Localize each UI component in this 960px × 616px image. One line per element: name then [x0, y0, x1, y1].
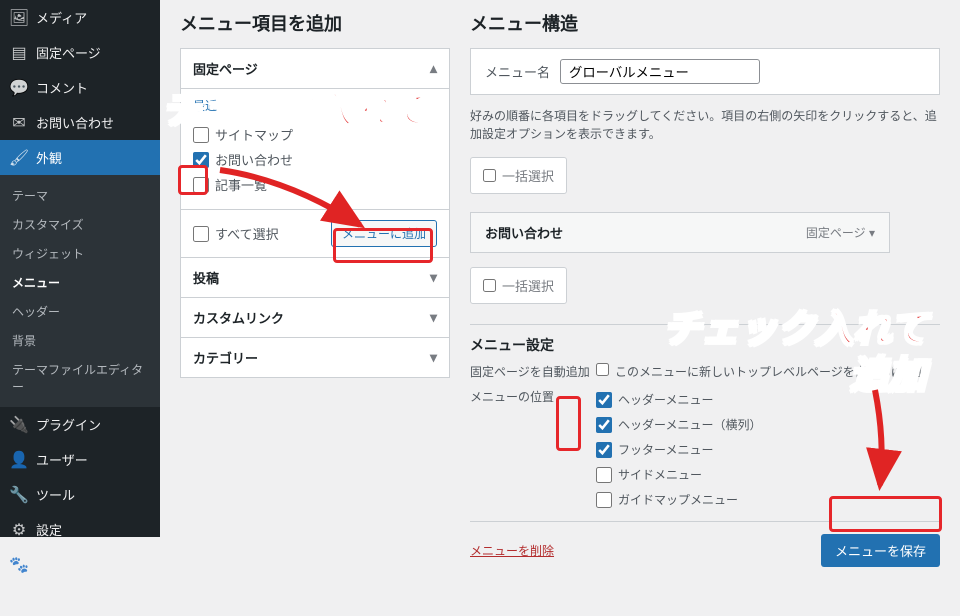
menu-item[interactable]: お問い合わせ 固定ページ ▾ [470, 212, 890, 253]
location-check-header[interactable]: ヘッダーメニュー [596, 388, 762, 411]
structure-title: メニュー構造 [470, 10, 940, 36]
sidebar-item-tools[interactable]: 🔧 ツール [0, 477, 160, 512]
location-check-header-row[interactable]: ヘッダーメニュー（横列） [596, 413, 762, 436]
brush-icon: 🖌 [10, 149, 28, 167]
sidebar-item-media[interactable]: 🖼 メディア [0, 0, 160, 35]
sidebar-item-sitemap[interactable]: ▤ Simple Sitemap [0, 582, 160, 616]
bulk-select-top[interactable]: 一括選択 [470, 157, 567, 194]
sidebar-label: お問い合わせ [36, 113, 114, 132]
sidebar-label: 外観 [36, 148, 62, 167]
chevron-up-icon: ▴ [430, 60, 437, 77]
menu-item-type: 固定ページ [806, 226, 866, 240]
chevron-down-icon: ▾ [430, 309, 437, 326]
sidebar-label: ツール [36, 485, 75, 504]
accordion-posts[interactable]: 投稿▾ [181, 257, 449, 297]
accordion-categories[interactable]: カテゴリー▾ [181, 337, 449, 377]
sidebar-label: Simple Sitemap [36, 592, 127, 607]
paw-icon: 🐾 [10, 556, 28, 574]
auto-add-label: 固定ページを自動追加 [470, 363, 590, 380]
save-menu-button[interactable]: メニューを保存 [821, 534, 940, 567]
chevron-down-icon: ▾ [430, 349, 437, 366]
page-check-sitemap[interactable]: サイトマップ [193, 122, 437, 147]
sidebar-item-pochipp[interactable]: 🐾 ポチップ管理 [0, 547, 160, 582]
chevron-down-icon: ▾ [869, 226, 875, 240]
comment-icon: 💬 [10, 79, 28, 97]
subitem-themes[interactable]: テーマ [0, 181, 160, 210]
add-items-title: メニュー項目を追加 [180, 10, 450, 36]
sidebar-label: ユーザー [36, 450, 88, 469]
page-icon: ▤ [10, 44, 28, 62]
menu-item-label: お問い合わせ [485, 223, 563, 242]
bulk-select-bottom[interactable]: 一括選択 [470, 267, 567, 304]
menu-settings-title: メニュー設定 [470, 335, 940, 355]
delete-menu-link[interactable]: メニューを削除 [470, 542, 554, 559]
gear-icon: ⚙ [10, 521, 28, 539]
subitem-editor[interactable]: テーマファイルエディター [0, 355, 160, 401]
sitemap-icon: ▤ [10, 590, 28, 608]
accordion-pages[interactable]: 固定ページ▴ [181, 49, 449, 88]
subitem-customize[interactable]: カスタマイズ [0, 210, 160, 239]
auto-add-check[interactable] [596, 363, 609, 376]
sidebar-item-appearance[interactable]: 🖌 外観 [0, 140, 160, 175]
sidebar-label: コメント [36, 78, 88, 97]
mail-icon: ✉ [10, 114, 28, 132]
sidebar-label: ポチップ管理 [36, 555, 114, 574]
sidebar-item-plugins[interactable]: 🔌 プラグイン [0, 407, 160, 442]
add-to-menu-button[interactable]: メニューに追加 [331, 220, 437, 247]
select-all-check[interactable]: すべて選択 [193, 221, 279, 246]
menu-name-input[interactable] [560, 59, 760, 84]
subitem-header[interactable]: ヘッダー [0, 297, 160, 326]
wrench-icon: 🔧 [10, 486, 28, 504]
chevron-down-icon: ▾ [430, 269, 437, 286]
subitem-background[interactable]: 背景 [0, 326, 160, 355]
menu-name-label: メニュー名 [485, 62, 550, 81]
sidebar-item-settings[interactable]: ⚙ 設定 [0, 512, 160, 547]
sidebar-item-comments[interactable]: 💬 コメント [0, 70, 160, 105]
page-check-contact[interactable]: お問い合わせ [193, 147, 437, 172]
sidebar-label: メディア [36, 8, 87, 27]
sidebar-label: プラグイン [36, 415, 101, 434]
page-check-posts[interactable]: 記事一覧 [193, 172, 437, 197]
sidebar-label: 固定ページ [36, 43, 101, 62]
auto-add-text: このメニューに新しいトップレベルページを自動的に追加 [615, 363, 927, 380]
user-icon: 👤 [10, 451, 28, 469]
sidebar-label: 設定 [36, 520, 62, 539]
accordion-custom[interactable]: カスタムリンク▾ [181, 297, 449, 337]
location-check-footer[interactable]: フッターメニュー [596, 438, 762, 461]
subitem-menus[interactable]: メニュー [0, 268, 160, 297]
sidebar-item-users[interactable]: 👤 ユーザー [0, 442, 160, 477]
tab-recent[interactable]: 最近 [193, 97, 217, 114]
location-label: メニューの位置 [470, 388, 590, 405]
subitem-widgets[interactable]: ウィジェット [0, 239, 160, 268]
media-icon: 🖼 [10, 9, 28, 27]
sidebar-item-contact[interactable]: ✉ お問い合わせ [0, 105, 160, 140]
sidebar-item-pages[interactable]: ▤ 固定ページ [0, 35, 160, 70]
location-check-guide[interactable]: ガイドマップメニュー [596, 488, 762, 511]
drag-instruction: 好みの順番に各項目をドラッグしてください。項目の右側の矢印をクリックすると、追加… [470, 107, 940, 143]
location-check-side[interactable]: サイドメニュー [596, 463, 762, 486]
plugin-icon: 🔌 [10, 416, 28, 434]
